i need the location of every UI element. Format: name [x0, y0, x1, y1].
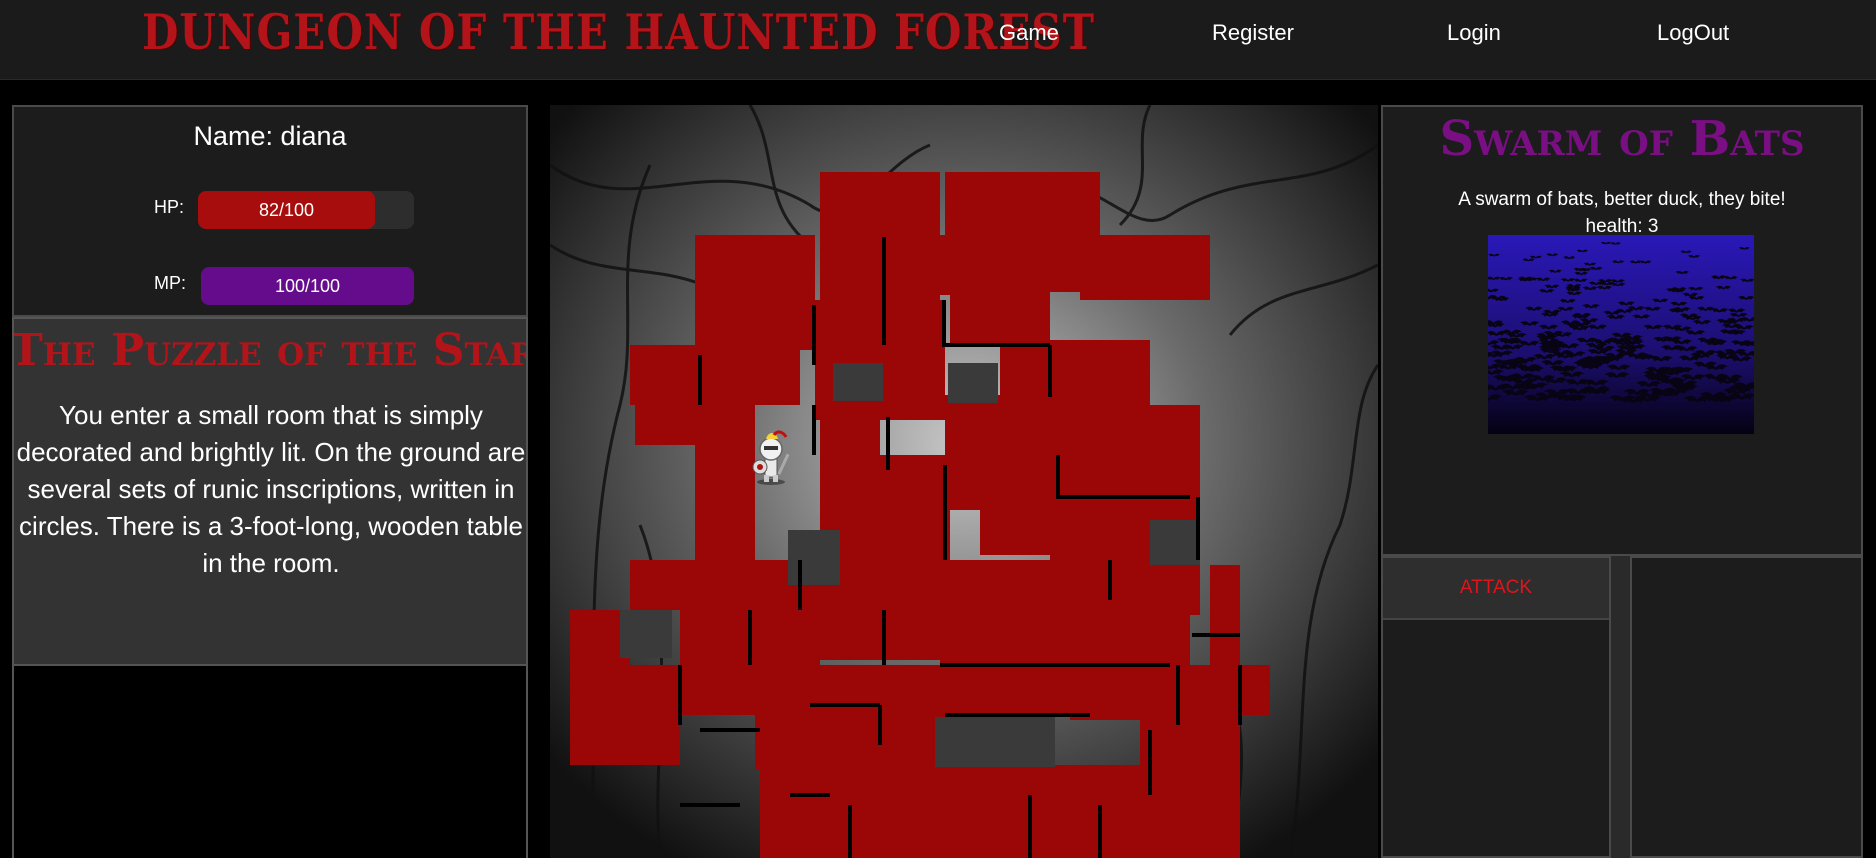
nav-link-register[interactable]: Register	[1212, 20, 1294, 46]
maze-cell	[1210, 565, 1240, 858]
attack-button[interactable]: ATTACK	[1383, 558, 1609, 620]
maze-cell	[755, 235, 815, 310]
maze-dark-cell	[1150, 520, 1200, 565]
maze-cell	[695, 400, 755, 560]
player-name: diana	[280, 121, 347, 151]
player-name-row: Name: diana	[14, 121, 526, 152]
maze-dark-cell	[620, 610, 672, 658]
maze-cell	[1050, 395, 1150, 510]
player-name-label: Name:	[193, 121, 273, 151]
maze-cell	[1070, 665, 1190, 720]
maze-cell	[950, 290, 1050, 345]
maze-dark-cell	[833, 363, 883, 401]
nav-link-login[interactable]: Login	[1447, 20, 1501, 46]
maze-dark-cell	[935, 717, 1055, 767]
maze-cell	[1000, 340, 1050, 465]
room-title: The Puzzle of the Star	[12, 325, 528, 376]
maze-cell	[635, 405, 695, 445]
maze-cell	[945, 395, 1000, 460]
monster-name: Swarm of Bats	[1439, 111, 1805, 167]
nav-link-game[interactable]: Game	[999, 20, 1059, 46]
room-description: You enter a small room that is simply de…	[16, 400, 526, 578]
maze-cell	[755, 660, 820, 720]
left-empty-area	[12, 666, 528, 858]
player-stats-panel: Name: diana HP: 82/100 MP: 100/100	[12, 105, 528, 317]
maze-cell	[880, 235, 950, 295]
maze-cell	[815, 300, 945, 420]
action-panel: ATTACK	[1381, 556, 1611, 858]
maze-cell	[970, 172, 1050, 292]
game-board[interactable]	[550, 105, 1378, 858]
mp-bar: 100/100	[201, 267, 414, 305]
room-panel: The Puzzle of the Star You enter a small…	[12, 317, 528, 666]
combat-log-panel	[1630, 556, 1863, 858]
maze-cell	[630, 345, 800, 405]
maze-cell	[940, 455, 1050, 510]
maze-dark-cell	[788, 530, 840, 585]
maze-cell	[755, 300, 815, 350]
maze-cell	[1080, 235, 1210, 300]
hp-label: HP:	[154, 197, 185, 217]
nav-link-logout[interactable]: LogOut	[1657, 20, 1729, 46]
panel-divider	[1611, 556, 1630, 858]
hp-bar: 82/100	[198, 191, 414, 229]
maze-dark-cell	[948, 363, 998, 403]
maze-cell	[630, 665, 760, 715]
maze-cell	[630, 710, 680, 765]
bat-swarm-icon	[1488, 235, 1754, 434]
monster-panel: Swarm of Bats A swarm of bats, better du…	[1381, 105, 1863, 556]
top-nav-bar: DUNGEON OF THE HAUNTED FOREST Game Regis…	[0, 0, 1876, 80]
monster-description: A swarm of bats, better duck, they bite!	[1458, 189, 1786, 210]
maze-cell	[1050, 340, 1150, 400]
maze-map	[550, 105, 1378, 858]
maze-cell	[695, 235, 755, 355]
maze-cell	[880, 505, 950, 610]
maze-cell	[1150, 560, 1200, 615]
mp-value: 100/100	[274, 276, 341, 296]
maze-cell	[880, 665, 1030, 715]
maze-cell	[940, 615, 1190, 665]
mp-label: MP:	[154, 273, 187, 293]
monster-info: A swarm of bats, better duck, they bite!…	[1383, 186, 1861, 240]
maze-cell	[1050, 510, 1150, 615]
site-title: DUNGEON OF THE HAUNTED FOREST	[142, 4, 1096, 61]
hp-value: 82/100	[259, 200, 315, 220]
